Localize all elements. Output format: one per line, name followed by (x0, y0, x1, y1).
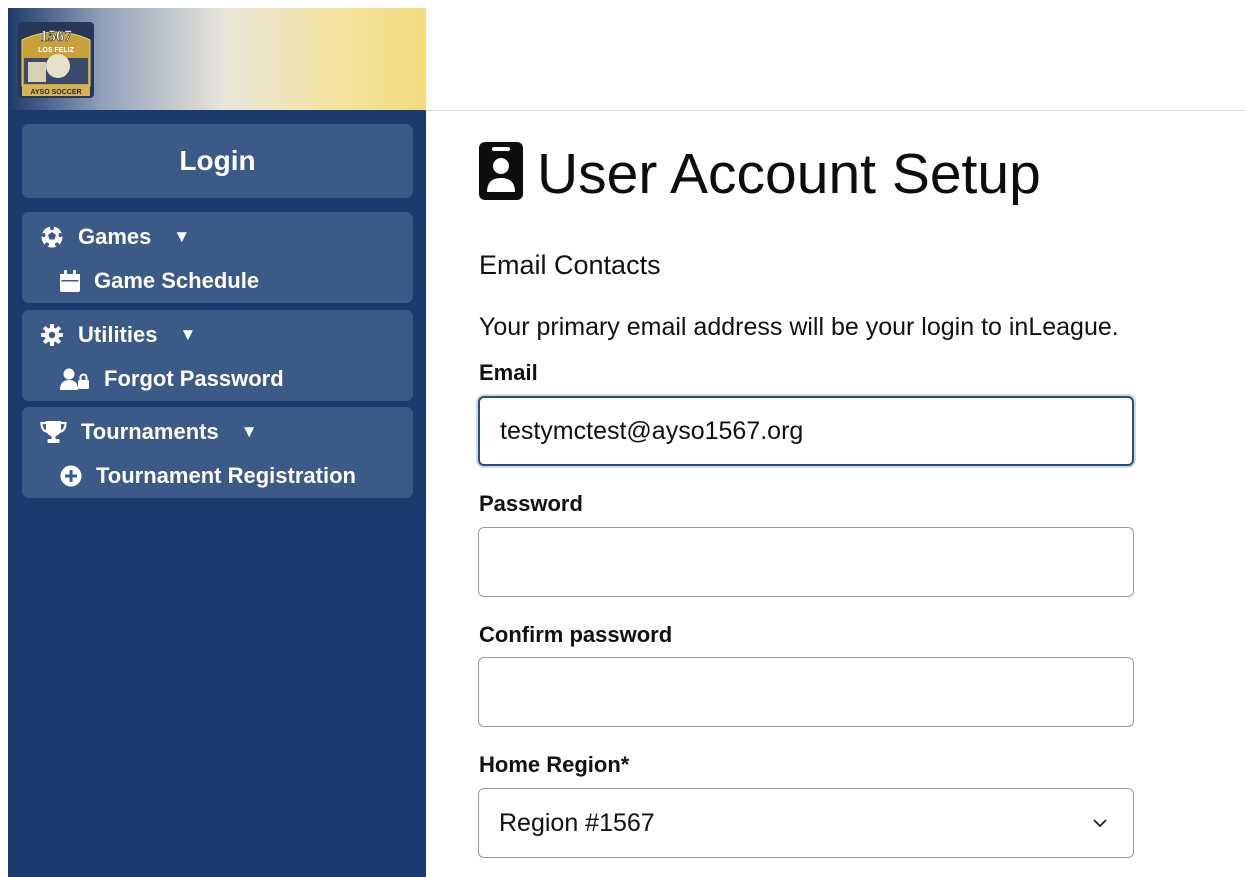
home-region-select[interactable]: Region #1567 (478, 788, 1134, 858)
logo-bottom-text: AYSO SOCCER (30, 89, 81, 96)
password-label: Password (479, 491, 583, 516)
home-region-label: Home Region* (479, 752, 630, 777)
header-logo-banner: 1567 LOS FELIZ AYSO SOCCER (8, 8, 426, 110)
sidebar-item-label: Games (78, 224, 152, 249)
plus-circle-icon (60, 465, 82, 487)
password-field[interactable] (478, 527, 1134, 597)
chevron-down-icon (1093, 819, 1107, 828)
section-title: Email Contacts (479, 250, 661, 280)
sidebar-item-tournament-registration[interactable]: Tournament Registration (60, 463, 356, 489)
header-divider (426, 110, 1245, 111)
ayso-region-logo[interactable]: 1567 LOS FELIZ AYSO SOCCER (18, 22, 94, 98)
intro-text: Your primary email address will be your … (479, 313, 1119, 341)
sidebar-item-label: Forgot Password (104, 366, 284, 391)
logo-number: 1567 (40, 28, 72, 45)
caret-down-icon[interactable]: ▼ (241, 422, 258, 442)
trophy-icon (40, 420, 67, 444)
logo-ribbon-text: LOS FELIZ (38, 47, 75, 54)
confirm-password-field[interactable] (478, 657, 1134, 727)
sidebar-item-tournaments[interactable]: Tournaments ▼ (40, 419, 258, 445)
sidebar-item-utilities[interactable]: Utilities ▼ (40, 322, 196, 348)
confirm-password-label: Confirm password (479, 622, 673, 647)
email-label: Email (479, 360, 538, 385)
calendar-icon (60, 270, 80, 292)
sidebar-group-games: Games ▼ Game Schedule (22, 212, 413, 303)
sidebar-item-game-schedule[interactable]: Game Schedule (60, 268, 259, 294)
email-field[interactable] (478, 396, 1134, 466)
user-lock-icon (60, 368, 90, 390)
sidebar-item-label: Utilities (78, 322, 158, 347)
login-label: Login (179, 145, 256, 176)
sidebar-item-label: Tournament Registration (96, 463, 356, 488)
caret-down-icon[interactable]: ▼ (179, 325, 196, 345)
sidebar-item-forgot-password[interactable]: Forgot Password (60, 366, 284, 392)
sidebar-item-games[interactable]: Games ▼ (40, 224, 190, 250)
page-title: User Account Setup (537, 142, 1041, 206)
sidebar-item-label: Game Schedule (94, 268, 260, 293)
gear-icon (40, 323, 64, 347)
sidebar: Login Games ▼ Game Schedule Utilities ▼ (8, 110, 426, 877)
sidebar-item-label: Tournaments (81, 419, 219, 444)
soccer-ball-icon (40, 225, 64, 249)
home-region-value: Region #1567 (499, 808, 655, 837)
sidebar-group-utilities: Utilities ▼ Forgot Password (22, 310, 413, 401)
id-badge-icon (479, 142, 523, 205)
sidebar-group-tournaments: Tournaments ▼ Tournament Registration (22, 407, 413, 498)
login-button[interactable]: Login (22, 124, 413, 198)
caret-down-icon[interactable]: ▼ (173, 227, 190, 247)
